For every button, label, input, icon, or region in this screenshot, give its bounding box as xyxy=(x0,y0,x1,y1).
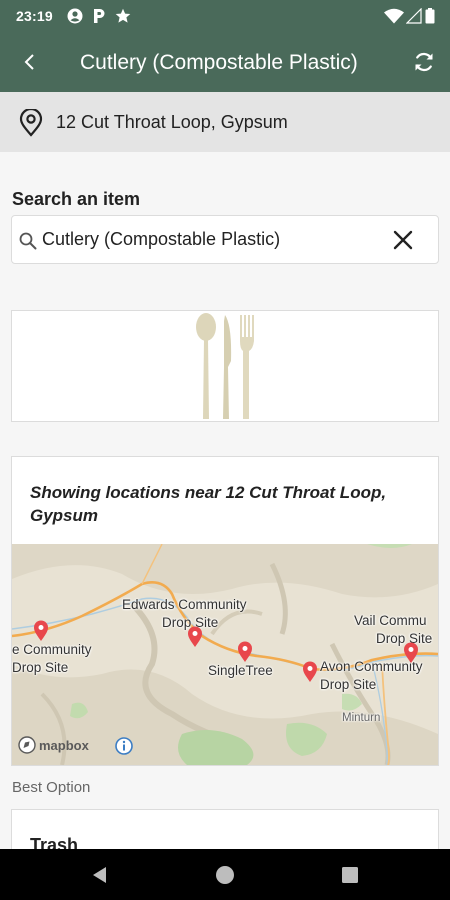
search-value[interactable]: Cutlery (Compostable Plastic) xyxy=(42,229,280,250)
search-icon xyxy=(19,232,37,250)
account-circle-icon xyxy=(67,8,83,24)
mapbox-logo[interactable]: mapbox xyxy=(18,736,89,754)
map-label: Edwards Community xyxy=(122,597,247,612)
page-title: Cutlery (Compostable Plastic) xyxy=(80,51,358,74)
close-icon[interactable] xyxy=(390,227,416,253)
chevron-left-icon xyxy=(24,54,34,70)
parking-icon xyxy=(94,9,105,23)
star-icon xyxy=(115,8,131,23)
battery-icon xyxy=(425,8,435,24)
mapbox-icon xyxy=(18,736,36,754)
app-bar: Cutlery (Compostable Plastic) xyxy=(0,32,450,92)
back-triangle-icon[interactable] xyxy=(88,863,112,887)
cutlery-icon xyxy=(196,313,254,419)
map-pin-icon[interactable] xyxy=(403,642,419,664)
map-card: Showing locations near 12 Cut Throat Loo… xyxy=(11,456,439,766)
map-pin-icon[interactable] xyxy=(302,661,318,683)
map-label: Drop Site xyxy=(320,677,377,692)
map-pin-icon[interactable] xyxy=(33,620,49,642)
status-bar: 23:19 xyxy=(0,0,450,32)
home-circle-icon[interactable] xyxy=(213,863,237,887)
map-pin-icon[interactable] xyxy=(237,641,253,663)
map-caption: Showing locations near 12 Cut Throat Loo… xyxy=(30,483,387,525)
best-option-label: Best Option xyxy=(12,779,91,796)
signal-icon xyxy=(406,8,422,24)
refresh-icon xyxy=(415,52,433,72)
map-label: SingleTree xyxy=(208,663,273,678)
map-pin-outline-icon xyxy=(19,109,43,137)
recents-square-icon[interactable] xyxy=(338,863,362,887)
map-pin-icon[interactable] xyxy=(187,626,203,648)
status-time: 23:19 xyxy=(16,8,53,24)
map-label: e Community xyxy=(12,642,92,657)
wifi-icon xyxy=(384,8,404,24)
map-label: Drop Site xyxy=(12,660,69,675)
map-view[interactable]: Edwards Community Drop Site e Community … xyxy=(12,544,438,765)
back-button[interactable] xyxy=(14,46,46,78)
location-bar[interactable]: 12 Cut Throat Loop, Gypsum xyxy=(0,92,450,152)
location-address: 12 Cut Throat Loop, Gypsum xyxy=(56,112,288,132)
info-icon[interactable] xyxy=(115,737,133,755)
map-label: Minturn xyxy=(342,712,381,724)
search-input[interactable]: Cutlery (Compostable Plastic) xyxy=(11,215,439,264)
map-label: Vail Commu xyxy=(354,613,427,628)
mapbox-wordmark: mapbox xyxy=(39,737,89,753)
item-image-card xyxy=(11,310,439,422)
system-nav-bar xyxy=(0,849,450,900)
search-label: Search an item xyxy=(12,189,141,209)
refresh-button[interactable] xyxy=(408,46,440,78)
